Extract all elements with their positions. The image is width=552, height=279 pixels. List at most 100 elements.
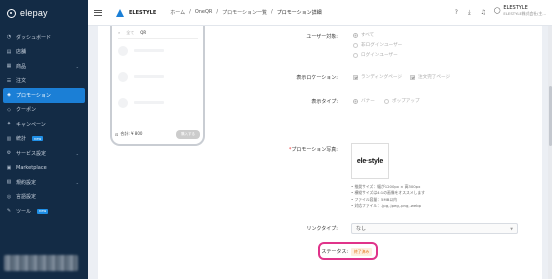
service-settings-icon: ⚙ bbox=[6, 150, 12, 157]
sidebar-item-label: サービス設定 bbox=[16, 150, 47, 157]
status-badge: 終了済み bbox=[351, 248, 373, 256]
sidebar-item-9[interactable]: ▣ Marketplace bbox=[0, 161, 88, 176]
sidebar-item-label: 規約設定 bbox=[16, 179, 37, 186]
sidebar-item-8[interactable]: ⚙ サービス設定 ⌄ bbox=[0, 146, 88, 161]
breadcrumb-promotion-list[interactable]: プロモーション一覧 bbox=[222, 9, 267, 16]
marketplace-icon: ▣ bbox=[6, 164, 12, 171]
sidebar-item-label: 店舗 bbox=[16, 49, 27, 56]
link-type-label: リンクタイプ: bbox=[306, 226, 339, 232]
breadcrumb: ホーム / OneQR / プロモーション一覧 / プロモーション詳細 bbox=[170, 9, 322, 16]
display-location-label: 表示ロケーション: bbox=[296, 75, 338, 81]
phone-preview: ⌕ 全て QR ⊡ 合計: ¥ 800 購入する bbox=[110, 26, 205, 146]
sidebar-menu: ◔ ダッシュボード ▤ 店舗 ▦ 商品 ⌄ ☰ 注文 ◈ プロモーション ◇ クーポン ✦ キャンペーン ▥ 統… bbox=[0, 30, 88, 219]
product-icon: ▦ bbox=[6, 63, 12, 70]
stats-icon: ▥ bbox=[6, 135, 12, 142]
sidebar-item-label: 商品 bbox=[16, 63, 27, 70]
promo-image-label: *プロモーション写真: bbox=[288, 147, 338, 153]
sidebar-item-4[interactable]: ◈ プロモーション bbox=[3, 88, 85, 103]
user-company: ELESTYLE株式会社(主... bbox=[503, 11, 546, 16]
order-icon: ☰ bbox=[6, 77, 12, 84]
scrollbar-thumb[interactable] bbox=[548, 86, 552, 146]
elepay-logo-icon bbox=[7, 8, 16, 18]
display-location-order-complete[interactable]: 注文完了ページ bbox=[410, 74, 450, 80]
app-name: ELESTYLE bbox=[129, 9, 157, 16]
chevron-down-icon: ⌄ bbox=[75, 179, 79, 185]
promo-image-logo: ele·style bbox=[356, 157, 384, 165]
user-target-option-guest[interactable]: 非ログインユーザー bbox=[353, 42, 402, 48]
user-target-option-all[interactable]: すべて bbox=[353, 32, 374, 38]
chevron-down-icon: ⌄ bbox=[75, 63, 79, 69]
user-target-option-login[interactable]: ログインユーザー bbox=[353, 52, 398, 58]
display-location-landing[interactable]: ランディングページ bbox=[353, 74, 402, 80]
display-type-banner[interactable]: バナー bbox=[353, 98, 375, 104]
phone-total: 合計: ¥ 800 bbox=[120, 131, 143, 136]
sidebar-item-5[interactable]: ◇ クーポン bbox=[0, 103, 88, 118]
breadcrumb-home[interactable]: ホーム bbox=[170, 9, 185, 16]
brand[interactable]: elepay bbox=[0, 0, 88, 26]
user-icon: ◯ bbox=[493, 7, 501, 14]
store-icon: ▤ bbox=[6, 48, 12, 55]
sidebar-item-12[interactable]: ✎ ツール new bbox=[0, 204, 88, 219]
sidebar-item-2[interactable]: ▦ 商品 ⌄ bbox=[0, 59, 88, 74]
chevron-down-icon: ⌄ bbox=[75, 150, 79, 156]
coupon-icon: ◇ bbox=[7, 106, 11, 113]
top-header: ELESTYLE ホーム / OneQR / プロモーション一覧 / プロモーション詳… bbox=[88, 0, 552, 26]
main-content: ⌕ 全て QR ⊡ 合計: ¥ 800 購入する ユーザー対象: すべて 非ログイ… bbox=[88, 26, 552, 279]
campaign-icon: ✦ bbox=[6, 121, 12, 128]
sidebar-item-label: プロモーション bbox=[16, 92, 51, 99]
blurred-account-info bbox=[4, 255, 78, 271]
breadcrumb-oneqr[interactable]: OneQR bbox=[195, 9, 213, 16]
promotion-detail-card: ⌕ 全て QR ⊡ 合計: ¥ 800 購入する ユーザー対象: すべて 非ログイ… bbox=[98, 26, 542, 279]
display-type-popup[interactable]: ポップアップ bbox=[384, 98, 420, 104]
terms-icon: ▧ bbox=[6, 179, 12, 186]
dashboard-icon: ◔ bbox=[6, 34, 12, 41]
language-icon: ◎ bbox=[6, 193, 12, 200]
sidebar-item-label: 言語設定 bbox=[16, 194, 37, 201]
phone-search-icon: ⌕ bbox=[118, 30, 121, 35]
display-type-label: 表示タイプ: bbox=[311, 99, 338, 105]
sidebar-item-label: ダッシュボード bbox=[16, 34, 52, 41]
image-requirements: • 推奨サイズ：幅が1200px × 高300px • 横縦サイズは4:1の画像… bbox=[351, 184, 425, 209]
sidebar-item-3[interactable]: ☰ 注文 bbox=[0, 74, 88, 89]
link-type-select[interactable]: なし ▼ bbox=[351, 223, 518, 234]
status-label: ステータス: bbox=[321, 249, 348, 255]
phone-buy-button: 購入する bbox=[176, 129, 200, 139]
sidebar-item-label: 注文 bbox=[16, 78, 27, 85]
placeholder-item bbox=[118, 46, 128, 56]
sidebar-item-7[interactable]: ▥ 統計 new bbox=[0, 132, 88, 147]
sidebar-item-label: キャンペーン bbox=[16, 121, 46, 128]
promotion-icon: ◈ bbox=[7, 92, 11, 99]
sidebar-item-0[interactable]: ◔ ダッシュボード bbox=[0, 30, 88, 45]
new-badge: new bbox=[32, 136, 44, 142]
bell-icon[interactable]: ♫ bbox=[481, 9, 486, 16]
sidebar-item-label: ツール bbox=[16, 208, 32, 215]
user-target-label: ユーザー対象: bbox=[306, 34, 338, 40]
phone-footer: ⊡ 合計: ¥ 800 購入する bbox=[115, 129, 200, 139]
sidebar-item-label: 統計 bbox=[16, 136, 27, 143]
promo-image-upload[interactable]: ele·style bbox=[351, 143, 389, 179]
cart-icon: ⊡ bbox=[115, 131, 119, 137]
scrollbar[interactable] bbox=[548, 26, 552, 279]
sidebar-item-1[interactable]: ▤ 店舗 bbox=[0, 45, 88, 60]
link-type-value: なし bbox=[356, 226, 367, 232]
breadcrumb-current: プロモーション詳細 bbox=[276, 10, 322, 16]
brand-name: elepay bbox=[20, 8, 48, 18]
sidebar-item-10[interactable]: ▧ 規約設定 ⌄ bbox=[0, 175, 88, 190]
sidebar-item-label: クーポン bbox=[16, 107, 37, 114]
sidebar: elepay ◔ ダッシュボード ▤ 店舗 ▦ 商品 ⌄ ☰ 注文 ◈ プロモーション ◇ クーポン ✦ キ… bbox=[0, 0, 88, 279]
sidebar-item-6[interactable]: ✦ キャンペーン bbox=[0, 117, 88, 132]
download-icon[interactable]: ⤓ bbox=[468, 9, 471, 17]
sidebar-item-label: Marketplace bbox=[16, 164, 47, 171]
new-badge: new bbox=[37, 208, 49, 214]
help-icon[interactable]: ? bbox=[455, 9, 458, 16]
user-menu[interactable]: ◯ ELESTYLE ELESTYLE株式会社(主... bbox=[494, 5, 546, 16]
chevron-down-icon: ▼ bbox=[510, 226, 513, 231]
menu-toggle-icon[interactable] bbox=[94, 9, 102, 16]
placeholder-item bbox=[118, 98, 128, 108]
placeholder-item bbox=[118, 72, 128, 82]
phone-tab-qr: QR bbox=[140, 30, 147, 35]
elestyle-logo-icon bbox=[116, 8, 125, 17]
tool-icon: ✎ bbox=[6, 208, 12, 215]
sidebar-item-11[interactable]: ◎ 言語設定 bbox=[0, 190, 88, 205]
phone-tab-all: 全て bbox=[126, 30, 135, 35]
